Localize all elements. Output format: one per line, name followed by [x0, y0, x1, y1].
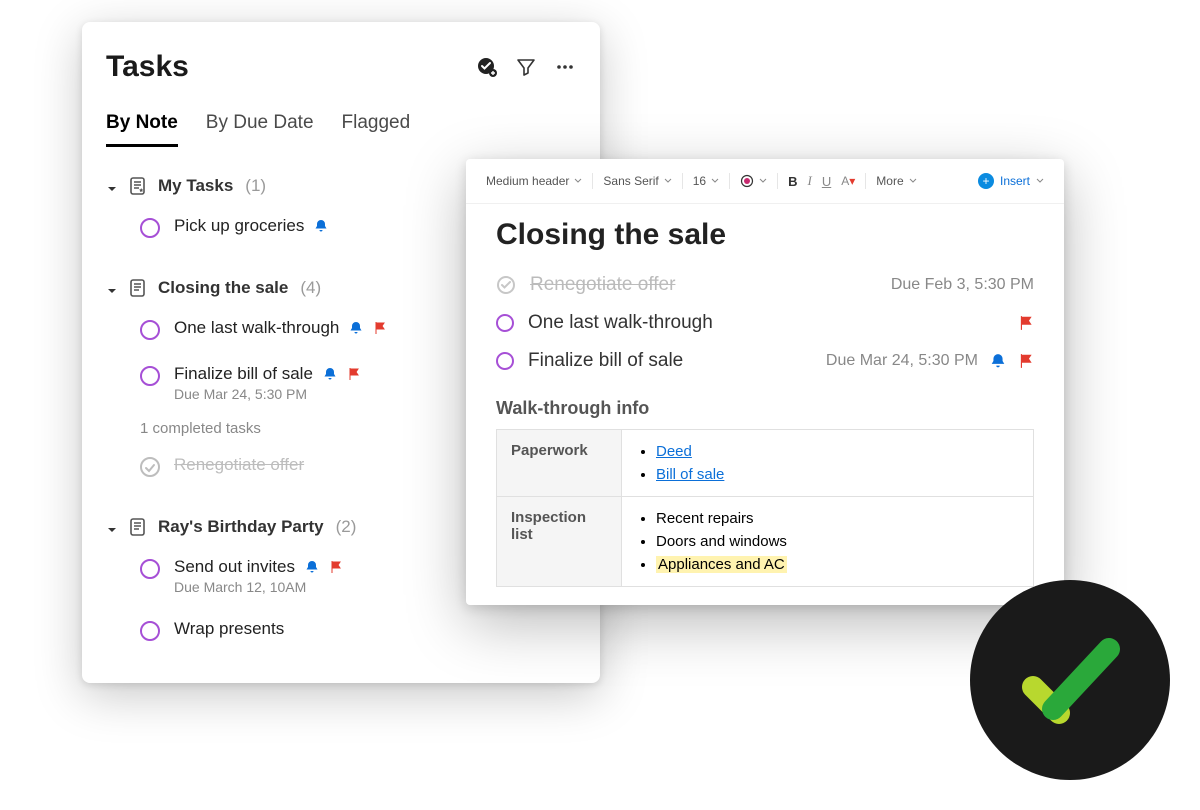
font-dropdown[interactable]: Sans Serif [603, 174, 671, 188]
editor-task-row[interactable]: Finalize bill of sale Due Mar 24, 5:30 P… [496, 342, 1034, 380]
tasks-header-actions [476, 56, 576, 78]
task-label: Finalize bill of sale [528, 350, 683, 372]
task-checkbox[interactable] [140, 320, 160, 340]
task-label: Pick up groceries [174, 216, 304, 236]
plus-circle-icon: + [978, 173, 994, 189]
group-name: Closing the sale [158, 278, 288, 298]
new-task-icon[interactable] [476, 56, 498, 78]
chevron-down-icon [909, 177, 917, 185]
note-star-icon [128, 176, 148, 196]
editor-task-row[interactable]: One last walk-through [496, 304, 1034, 342]
filter-icon[interactable] [516, 57, 536, 77]
link-bill-of-sale[interactable]: Bill of sale [656, 466, 724, 483]
chevron-down-icon [106, 282, 118, 294]
note-icon [128, 517, 148, 537]
task-label: One last walk-through [174, 318, 339, 338]
editor-toolbar: Medium header Sans Serif 16 B I U A▾ Mor… [466, 159, 1064, 204]
editor-panel: Medium header Sans Serif 16 B I U A▾ Mor… [466, 159, 1064, 605]
more-dropdown[interactable]: More [876, 174, 916, 188]
chevron-down-icon [574, 177, 582, 185]
group-count: (1) [245, 176, 266, 196]
chevron-down-icon [106, 521, 118, 533]
task-checkbox[interactable] [140, 621, 160, 641]
tab-by-due-date[interactable]: By Due Date [206, 112, 314, 147]
task-row[interactable]: Wrap presents [92, 607, 590, 653]
task-label: Send out invites [174, 557, 295, 577]
bell-icon [349, 321, 363, 335]
table-row: Paperwork Deed Bill of sale [497, 430, 1034, 497]
chevron-down-icon [106, 180, 118, 192]
task-label: Finalize bill of sale [174, 364, 313, 384]
tasks-header: Tasks [92, 50, 590, 94]
task-label: Wrap presents [174, 619, 284, 639]
table-header: Paperwork [497, 430, 622, 497]
color-wheel-icon [740, 174, 754, 188]
list-item-highlighted: Appliances and AC [656, 556, 787, 573]
task-checkbox[interactable] [496, 352, 514, 370]
flag-icon[interactable] [1018, 353, 1034, 369]
group-count: (2) [336, 517, 357, 537]
insert-button[interactable]: + Insert [978, 173, 1044, 189]
bell-icon[interactable] [990, 353, 1006, 369]
text-style-dropdown[interactable]: Medium header [486, 174, 582, 188]
task-checkbox-done[interactable] [140, 457, 160, 477]
font-size-dropdown[interactable]: 16 [693, 174, 719, 188]
bold-button[interactable]: B [788, 174, 797, 189]
group-count: (4) [300, 278, 321, 298]
editor-task-row[interactable]: Renegotiate offer Due Feb 3, 5:30 PM [496, 266, 1034, 304]
flag-icon [329, 560, 343, 574]
text-color-dropdown[interactable] [740, 174, 767, 188]
flag-icon [347, 367, 361, 381]
table-cell[interactable]: Deed Bill of sale [622, 430, 1034, 497]
task-label: Renegotiate offer [174, 455, 304, 475]
checkmark-badge [970, 580, 1170, 780]
underline-button[interactable]: U [822, 174, 831, 189]
flag-icon [373, 321, 387, 335]
table-header: Inspection list [497, 497, 622, 587]
tab-flagged[interactable]: Flagged [342, 112, 411, 147]
walk-through-table: Paperwork Deed Bill of sale Inspection l… [496, 429, 1034, 587]
italic-button[interactable]: I [808, 173, 812, 189]
chevron-down-icon [759, 177, 767, 185]
note-title[interactable]: Closing the sale [496, 218, 1034, 252]
chevron-down-icon [664, 177, 672, 185]
bell-icon [305, 560, 319, 574]
bell-icon [314, 219, 328, 233]
flag-icon[interactable] [1018, 315, 1034, 331]
note-icon [128, 278, 148, 298]
task-checkbox-done[interactable] [496, 275, 516, 295]
highlight-dropdown[interactable]: A▾ [841, 174, 855, 188]
checkmark-icon [1005, 615, 1135, 745]
task-label: Renegotiate offer [530, 274, 675, 296]
task-checkbox[interactable] [496, 314, 514, 332]
task-due: Due Feb 3, 5:30 PM [891, 276, 1034, 294]
task-due: Due Mar 24, 5:30 PM [826, 352, 978, 370]
table-cell[interactable]: Recent repairs Doors and windows Applian… [622, 497, 1034, 587]
tab-by-note[interactable]: By Note [106, 112, 178, 147]
page-title: Tasks [106, 50, 189, 84]
chevron-down-icon [711, 177, 719, 185]
group-name: Ray's Birthday Party [158, 517, 324, 537]
table-row: Inspection list Recent repairs Doors and… [497, 497, 1034, 587]
section-heading: Walk-through info [496, 398, 1034, 419]
task-label: One last walk-through [528, 312, 713, 334]
editor-body[interactable]: Closing the sale Renegotiate offer Due F… [466, 204, 1064, 597]
chevron-down-icon [1036, 177, 1044, 185]
more-icon[interactable] [554, 56, 576, 78]
link-deed[interactable]: Deed [656, 443, 692, 460]
bell-icon [323, 367, 337, 381]
tasks-tabs: By Note By Due Date Flagged [92, 94, 590, 148]
task-checkbox[interactable] [140, 366, 160, 386]
group-name: My Tasks [158, 176, 233, 196]
list-item: Recent repairs [656, 510, 754, 527]
task-checkbox[interactable] [140, 559, 160, 579]
list-item: Doors and windows [656, 533, 787, 550]
task-checkbox[interactable] [140, 218, 160, 238]
